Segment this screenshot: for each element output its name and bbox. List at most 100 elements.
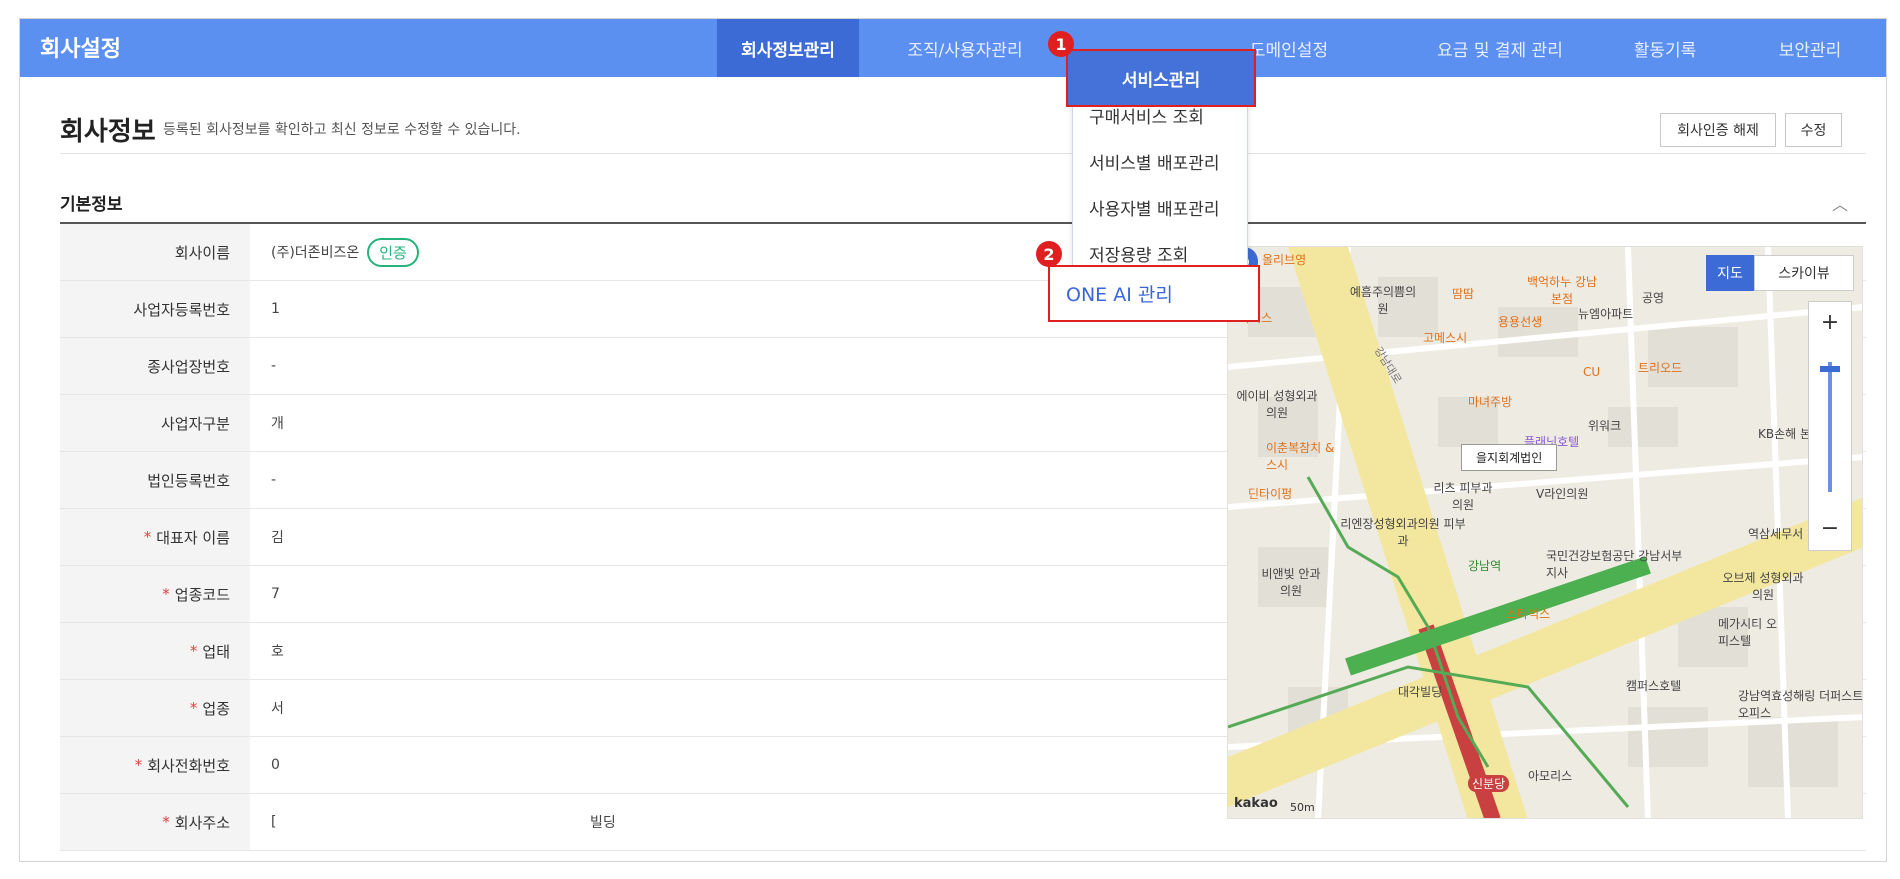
field-label: 종사업장번호 [60, 338, 250, 394]
required-marker: * [162, 813, 170, 831]
tab-service-management[interactable]: 서비스관리 [1066, 49, 1256, 107]
field-value-text: 호 [271, 644, 284, 660]
map-poi: 백억하누 강남본점 [1526, 275, 1598, 306]
skyview-button[interactable]: 스카이뷰 [1754, 255, 1854, 291]
map-poi: 대각빌딩 [1398, 685, 1443, 699]
map-view[interactable]: 올리브영 예흠주의쁨의원 땀땀 백억하누 강남본점 공영 뉴엠아파트 스타벅스 … [1227, 246, 1863, 819]
field-label: * 업태 [60, 623, 250, 679]
zoom-slider-track[interactable] [1828, 362, 1832, 492]
map-poi: 메가시티 오피스텔 [1718, 617, 1778, 648]
map-poi: 이춘복참치 &스시 [1266, 441, 1335, 472]
edit-button[interactable]: 수정 [1785, 113, 1842, 147]
field-value: 호 [271, 623, 284, 679]
required-marker: * [134, 756, 143, 774]
zoom-control: + − [1808, 301, 1852, 551]
field-value-text: 1 [271, 301, 280, 317]
map-poi: 리츠 피부과의원 [1433, 481, 1493, 512]
map-poi: 땀땀 [1452, 287, 1475, 301]
map-poi: 비앤빛 안과의원 [1261, 567, 1321, 598]
field-label: * 업종 [60, 680, 250, 736]
page-title: 회사정보 [60, 117, 156, 147]
map-poi: 공영 [1642, 291, 1665, 305]
tab-security[interactable]: 보안관리 [1750, 19, 1870, 77]
required-marker: * [189, 699, 198, 717]
field-value: 개 [271, 395, 284, 451]
required-marker: * [189, 642, 198, 660]
field-label-text: 회사주소 [174, 813, 230, 832]
callout-number-2: 2 [1036, 241, 1062, 267]
map-poi: 리엔장성형외과의원 피부과 [1340, 517, 1466, 548]
field-label-text: 업종코드 [174, 585, 230, 604]
page-description: 등록된 회사정보를 확인하고 최신 정보로 수정할 수 있습니다. [163, 122, 521, 138]
map-poi: 예흠주의쁨의원 [1349, 285, 1417, 316]
field-value-text: (주)더존비즈온 [271, 245, 360, 261]
field-value: 서 [271, 680, 284, 736]
menu-item-service-deploy[interactable]: 서비스별 배포관리 [1089, 149, 1220, 174]
field-value-text: [ [271, 814, 277, 830]
field-value: (주)더존비즈온 인증 [271, 224, 419, 280]
field-label: 회사이름 [60, 224, 250, 280]
map-poi: 스타벅스 [1506, 607, 1551, 621]
menu-item-storage[interactable]: 저장용량 조회 [1089, 241, 1188, 266]
map-poi: 위워크 [1588, 419, 1622, 433]
map-poi: 아모리스 [1528, 769, 1573, 783]
field-value-text: 빌딩 [590, 815, 616, 831]
map-poi: 뉴엠아파트 [1578, 307, 1634, 321]
field-label-text: 회사이름 [174, 243, 230, 262]
field-label: * 회사전화번호 [60, 737, 250, 793]
tab-org-users[interactable]: 조직/사용자관리 [880, 19, 1050, 77]
map-type-button[interactable]: 지도 [1706, 255, 1754, 291]
map-poi: 용용선생 [1498, 315, 1543, 329]
map-poi: 역삼세무서 [1748, 527, 1804, 541]
field-value: - [271, 338, 276, 394]
map-poi: 고메스시 [1423, 331, 1468, 345]
map-attribution: kakao [1234, 796, 1278, 811]
map-poi: 강남역 [1468, 559, 1502, 573]
service-dropdown-menu: 구매서비스 조회 서비스별 배포관리 사용자별 배포관리 저장용량 조회 [1072, 96, 1248, 266]
field-label: 법인등록번호 [60, 452, 250, 508]
field-value-text: - [271, 472, 277, 488]
field-label: * 회사주소 [60, 794, 250, 850]
map-poi: 오브제 성형외과의원 [1722, 571, 1804, 602]
field-label: 사업자구분 [60, 395, 250, 451]
tab-billing[interactable]: 요금 및 결제 관리 [1405, 19, 1595, 77]
app-title: 회사설정 [40, 37, 121, 62]
certified-badge: 인증 [367, 237, 419, 267]
field-value-text: 0 [271, 757, 280, 773]
map-poi: 국민건강보험공단 강남서부지사 [1546, 549, 1683, 580]
field-value-text: 개 [271, 416, 284, 432]
field-value: 7 [271, 566, 280, 622]
cert-cancel-button[interactable]: 회사인증 해제 [1660, 113, 1776, 147]
map-poi: 캠퍼스호텔 [1626, 679, 1682, 693]
field-label: 사업자등록번호 [60, 281, 250, 337]
field-value-text: 서 [271, 701, 284, 717]
field-label-text: 업태 [202, 642, 230, 661]
map-poi: CU [1583, 365, 1601, 379]
zoom-out-button[interactable]: − [1809, 508, 1851, 548]
field-value-text: - [271, 358, 277, 374]
field-value: - [271, 452, 276, 508]
top-nav-bar: 회사설정 회사정보관리 조직/사용자관리 도메인설정 요금 및 결제 관리 활동… [20, 19, 1886, 77]
field-value: [ [271, 794, 276, 850]
field-value-text: 7 [271, 586, 280, 602]
field-label: * 대표자 이름 [60, 509, 250, 565]
field-value-text: 김 [271, 530, 284, 546]
tab-company-info[interactable]: 회사정보관리 [717, 19, 859, 77]
chevron-up-icon[interactable]: ︿ [1832, 191, 1848, 215]
map-poi: 트리오드 [1638, 361, 1683, 375]
menu-item-one-ai[interactable]: ONE AI 관리 [1048, 265, 1260, 322]
divider [60, 153, 1866, 154]
map-poi: V라인의원 [1536, 487, 1589, 501]
required-marker: * [143, 528, 152, 546]
map-poi: 마녀주방 [1468, 395, 1513, 409]
tab-activity-log[interactable]: 활동기록 [1605, 19, 1725, 77]
field-label-text: 업종 [202, 699, 230, 718]
map-poi: 신분당 [1468, 775, 1510, 792]
field-label-text: 사업자구분 [160, 414, 230, 433]
map-scale: 50m [1290, 801, 1315, 814]
menu-item-user-deploy[interactable]: 사용자별 배포관리 [1089, 195, 1220, 220]
field-value: 김 [271, 509, 284, 565]
zoom-in-button[interactable]: + [1809, 302, 1851, 342]
field-value: 0 [271, 737, 280, 793]
zoom-slider-handle[interactable] [1820, 366, 1840, 372]
